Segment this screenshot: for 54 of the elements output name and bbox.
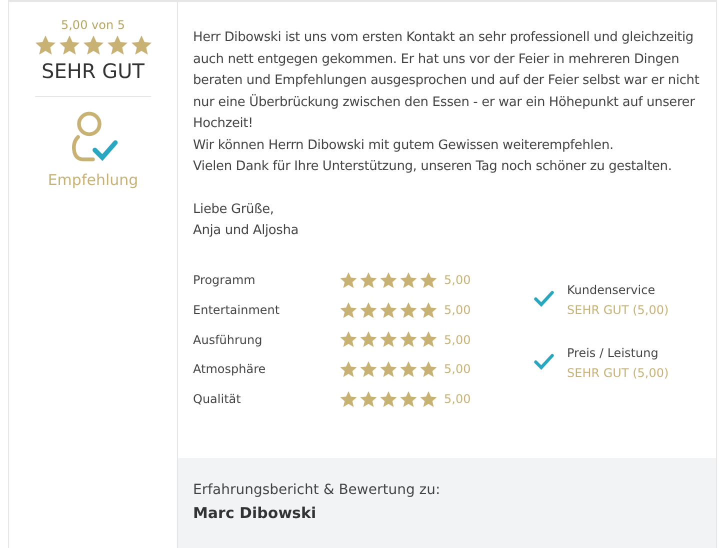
star-icon: [379, 270, 398, 290]
highlight-label: Kundenservice: [567, 282, 656, 298]
highlight-label: Preis / Leistung: [567, 344, 660, 362]
star-icon: [106, 34, 128, 57]
recommendation-label: Empfehlung: [48, 171, 138, 189]
star-icon: [419, 330, 438, 350]
star-icon: [399, 270, 418, 290]
star-icon: [359, 300, 378, 320]
star-icon: [399, 360, 418, 379]
review-text: Wir können Herrn Dibowski mit gutem Gewissen weiterempfehlen.: [193, 136, 614, 154]
star-icon: [82, 34, 104, 57]
review-text: Herr Dibowski ist uns vom ersten Kontakt an sehr professionell und gleichzeitig auch nett entgegen gekommen. Er hat uns vor der Feier in mehreren Dingen beraten und Empfehlungen ausgesprochen und auf der Feier selbst war er nicht nur eine Überbrückung zwischen den Essen - er war ein Höhepunkt auf unserer Hochzeit!: [193, 29, 700, 133]
star-icon: [399, 390, 418, 409]
star-icon: [399, 300, 418, 320]
highlight-value: SEHR GUT (5,00): [567, 302, 669, 318]
rating-label: Qualität: [193, 392, 242, 406]
star-icon: [379, 360, 398, 379]
rating-value: 5,00: [444, 362, 471, 376]
rating-label: Entertainment: [193, 303, 281, 318]
reviewed-name: Marc Dibowski: [193, 504, 316, 522]
verdict-text: SEHR GUT: [42, 59, 144, 83]
star-icon: [339, 360, 358, 379]
star-icon: [339, 330, 358, 350]
star-icon: [419, 360, 438, 379]
footer-caption: Erfahrungsbericht & Bewertung zu:: [193, 482, 440, 498]
star-icon: [399, 330, 418, 350]
star-icon: [359, 360, 378, 379]
rating-value: 5,00: [444, 392, 471, 406]
rating-label: Atmosphäre: [193, 362, 267, 376]
star-icon: [130, 34, 152, 57]
star-icon: [419, 390, 438, 409]
rating-value: 5,00: [444, 273, 471, 288]
rating-value: 5,00: [444, 303, 471, 318]
star-icon: [339, 300, 358, 320]
star-icon: [58, 34, 80, 57]
star-icon: [379, 390, 398, 409]
score-text: 5,00 von 5: [60, 18, 126, 32]
rating-label: Programm: [193, 273, 256, 288]
star-icon: [419, 270, 438, 290]
rating-value: 5,00: [444, 332, 471, 347]
star-icon: [339, 390, 358, 409]
star-icon: [339, 270, 358, 290]
star-icon: [34, 34, 56, 57]
star-icon: [359, 270, 378, 290]
star-icon: [359, 390, 378, 409]
star-icon: [359, 330, 378, 350]
rating-label: Ausführung: [193, 332, 264, 347]
star-icon: [379, 330, 398, 350]
star-icon: [419, 300, 438, 320]
signature-text: Liebe Grüße,: [193, 200, 275, 218]
highlight-value: SEHR GUT (5,00): [567, 364, 669, 382]
review-text: Vielen Dank für Ihre Unterstützung, unseren Tag noch schöner zu gestalten.: [193, 158, 673, 176]
star-icon: [379, 300, 398, 320]
signature-text: Anja und Aljosha: [193, 222, 300, 240]
